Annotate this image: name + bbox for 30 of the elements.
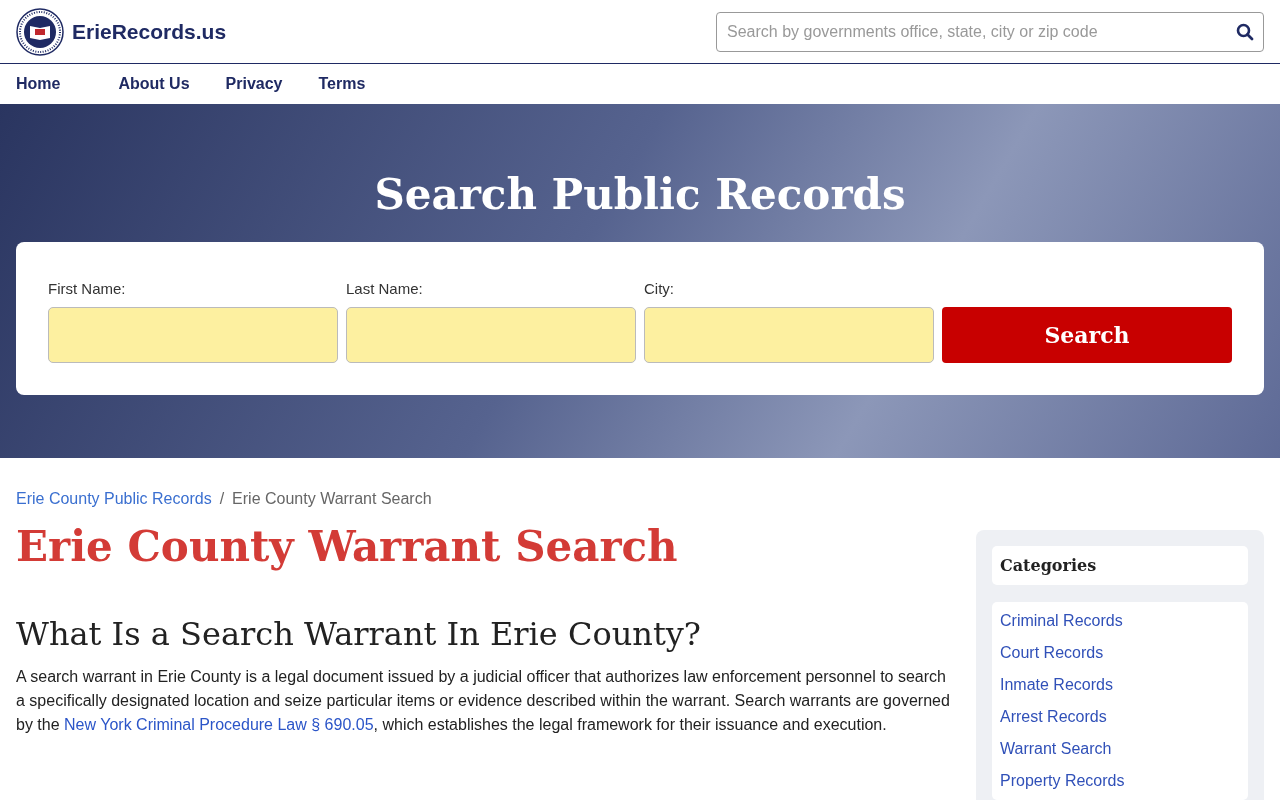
nav-link[interactable]: Home — [16, 75, 61, 93]
hero-title: Search Public Records — [374, 169, 906, 221]
category-link[interactable]: Warrant Search — [1000, 738, 1240, 760]
breadcrumb-link[interactable]: Erie County Public Records — [16, 490, 212, 508]
name-input-field[interactable] — [48, 307, 338, 363]
seal-logo-icon — [16, 7, 64, 56]
category-link[interactable]: Court Records — [1000, 642, 1240, 664]
category-link[interactable]: Arrest Records — [1000, 706, 1240, 728]
field-label: First Name: — [48, 280, 127, 297]
search-button[interactable]: Search — [942, 307, 1232, 363]
site-name[interactable]: ErieRecords.us — [72, 19, 227, 44]
name-input-field[interactable] — [644, 307, 934, 363]
section-heading: What Is a Search Warrant In Erie County? — [16, 615, 702, 653]
search-icon[interactable] — [1236, 22, 1254, 41]
nav-link[interactable]: About Us — [118, 75, 190, 93]
categories-heading: Categories — [992, 546, 1248, 585]
breadcrumb-separator: / — [219, 490, 225, 508]
category-link[interactable]: Inmate Records — [1000, 674, 1240, 696]
law-link[interactable]: New York Criminal Procedure Law § 690.05 — [64, 716, 374, 733]
field-label: City: — [644, 280, 675, 297]
field-label: Last Name: — [346, 280, 424, 297]
category-link[interactable]: Criminal Records — [1000, 610, 1240, 632]
name-input-field[interactable] — [346, 307, 636, 363]
nav-link[interactable]: Terms — [318, 75, 366, 93]
category-link[interactable]: Property Records — [1000, 770, 1240, 792]
body-paragraph: A search warrant in Erie County is a legal document issued by a judicial officer that authorizes law enforcement personnel to search a specifically designated location and seize particular items or evidence described within the warrant. Search warrants are governed by the New York Criminal Procedure Law § 690.05, which establishes the legal framework for their issuance and execution. — [16, 667, 951, 735]
breadcrumb-current: Erie County Warrant Search — [232, 490, 432, 508]
site-search-field[interactable]: Search by governments office, state, city or zip code — [716, 11, 1264, 52]
page-title: Erie County Warrant Search — [16, 522, 679, 571]
nav-link[interactable]: Privacy — [225, 75, 283, 93]
